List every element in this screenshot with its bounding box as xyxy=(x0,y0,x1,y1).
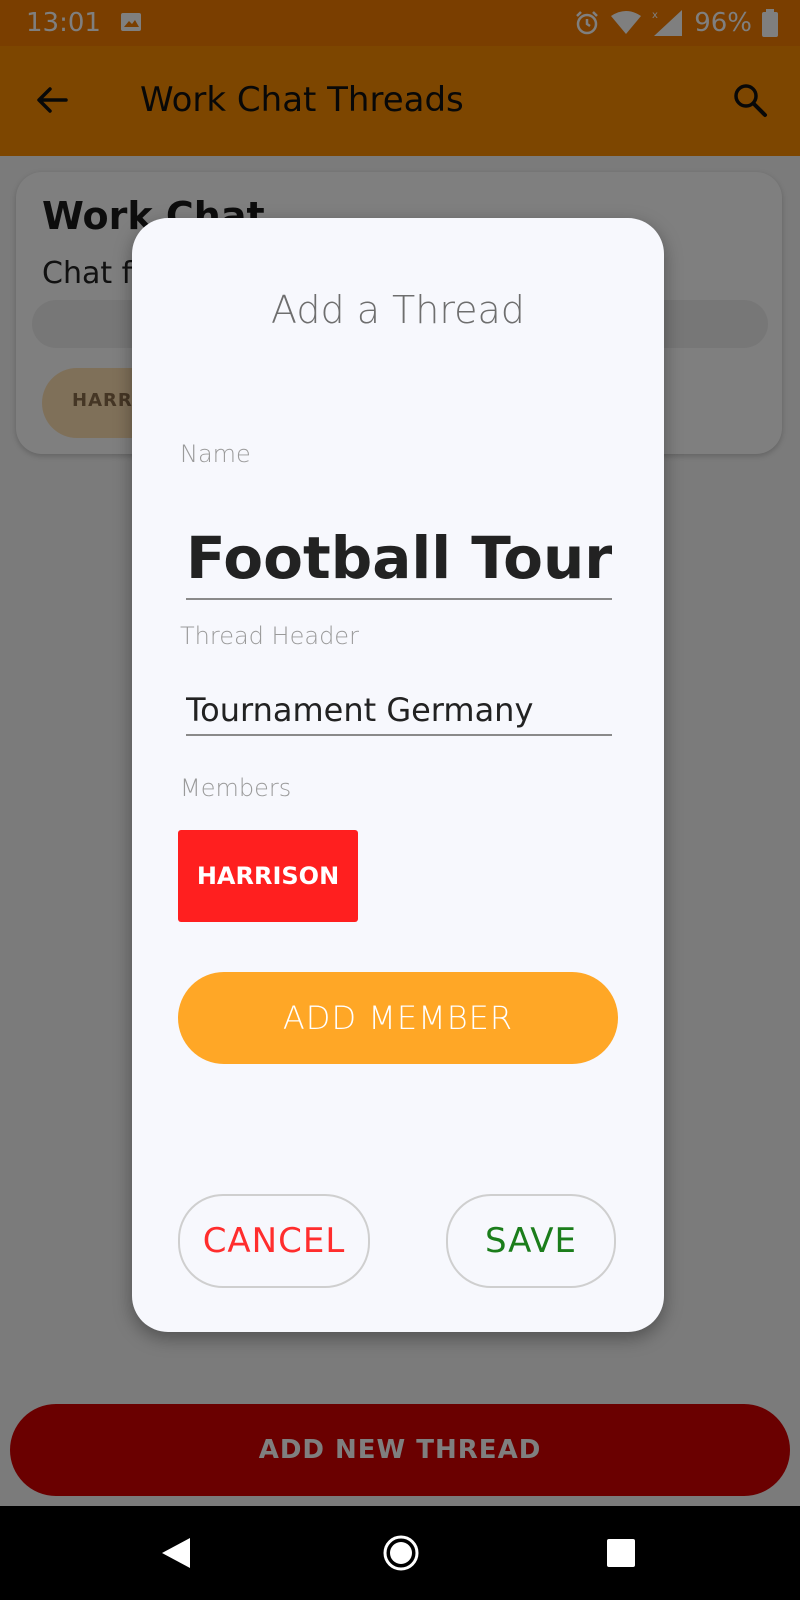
name-field[interactable]: Football Tour xyxy=(186,518,612,600)
dialog-title: Add a Thread xyxy=(271,288,525,332)
member-chip[interactable]: HARRISON xyxy=(178,830,358,922)
thread-header-field[interactable]: Tournament Germany xyxy=(186,686,612,736)
nav-recents-icon[interactable] xyxy=(606,1538,636,1568)
add-thread-dialog: Add a Thread Name Football Tour Thread H… xyxy=(132,218,664,1332)
nav-home-icon[interactable] xyxy=(382,1534,420,1572)
cancel-button[interactable]: CANCEL xyxy=(178,1194,370,1288)
name-label: Name xyxy=(180,440,251,468)
add-member-button[interactable]: ADD MEMBER xyxy=(178,972,618,1064)
save-button[interactable]: SAVE xyxy=(446,1194,616,1288)
members-label: Members xyxy=(180,774,292,802)
nav-back-icon[interactable] xyxy=(160,1536,192,1570)
system-nav-bar xyxy=(0,1506,800,1600)
thread-header-label: Thread Header xyxy=(180,622,359,650)
